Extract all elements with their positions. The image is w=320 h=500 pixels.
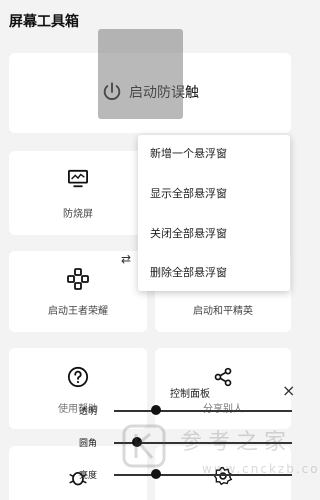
slider-label-brightness: 亮度	[79, 471, 98, 481]
tile-label: 分享别人	[155, 400, 291, 415]
opacity-slider-thumb[interactable]	[151, 405, 161, 415]
swap-icon: ⇄	[121, 252, 132, 266]
tile-label: 使用帮助	[58, 404, 98, 415]
slider-label-corner-radius: 圆角	[79, 439, 98, 449]
menu-item-add-floating-window[interactable]: 新增一个悬浮窗	[150, 145, 227, 161]
brightness-slider-thumb[interactable]	[151, 469, 161, 479]
help-circle-icon	[67, 366, 89, 388]
tile-debug[interactable]	[9, 446, 147, 500]
tile-label: 启动王者荣耀	[48, 306, 108, 317]
menu-item-close-all-floating-windows[interactable]: 关闭全部悬浮窗	[150, 225, 227, 241]
tile-label: 启动和平精英	[193, 306, 253, 317]
slider-label-opacity: 透明	[79, 407, 98, 417]
share-icon	[214, 367, 232, 387]
screen: { "header": { "title": "屏幕工具箱" }, "main_…	[0, 0, 320, 500]
brightness-slider[interactable]	[114, 474, 292, 476]
press-highlight	[98, 29, 183, 119]
close-icon[interactable]: ×	[282, 381, 295, 400]
tile-burn-in-prevention[interactable]: 防烧屏	[9, 151, 147, 235]
opacity-slider[interactable]	[114, 410, 292, 412]
menu-item-show-all-floating-windows[interactable]: 显示全部悬浮窗	[150, 185, 227, 201]
menu-item-delete-all-floating-windows[interactable]: 删除全部悬浮窗	[150, 264, 227, 280]
settings-icon	[213, 467, 233, 486]
page-title: 屏幕工具箱	[9, 14, 79, 30]
tile-settings[interactable]	[155, 446, 291, 500]
tile-help[interactable]: 使用帮助	[9, 348, 147, 429]
monitor-icon	[68, 169, 88, 188]
tile-label: 防烧屏	[63, 209, 93, 220]
corner-radius-slider-thumb[interactable]	[132, 437, 142, 447]
gamepad-icon	[67, 268, 89, 290]
floating-window-menu: 新增一个悬浮窗 显示全部悬浮窗 关闭全部悬浮窗 删除全部悬浮窗	[138, 135, 290, 291]
control-panel-title: 控制面板	[170, 389, 210, 400]
